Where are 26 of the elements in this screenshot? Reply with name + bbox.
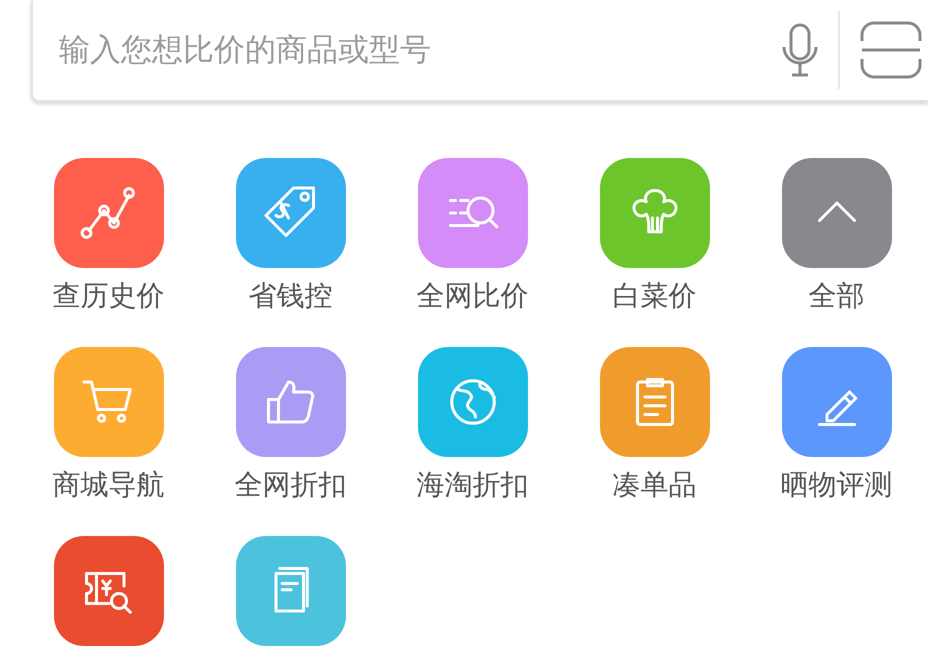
shortcut-label: 省钱控 [248,278,332,314]
shortcut-label: 全网折扣 [234,467,346,503]
shortcut-label: 商城导航 [52,467,164,503]
shortcut-label: 晒物评测 [780,467,892,503]
search-input[interactable]: 输入您想比价的商品或型号 [59,28,780,72]
search-field[interactable]: 输入您想比价的商品或型号 [31,0,928,102]
shortcut-tile[interactable] [236,158,346,268]
shortcut-label: 海淘折扣 [416,467,528,503]
shortcut-tile[interactable] [782,158,892,268]
microphone-icon[interactable] [780,23,820,77]
scan-icon[interactable] [860,21,922,79]
shortcut-tile[interactable] [54,158,164,268]
shortcut-tile[interactable] [418,347,528,457]
shortcut-tile[interactable] [54,347,164,457]
shortcut-label: 凑单品 [612,467,696,503]
shortcut-label: 全部 [808,278,864,314]
shortcut-tile[interactable] [600,347,710,457]
shortcut-tile[interactable] [54,536,164,646]
shortcut-label: 白菜价 [612,278,696,314]
shortcut-tile[interactable] [782,347,892,457]
shortcut-tile[interactable] [236,347,346,457]
shortcut-tile[interactable] [236,536,346,646]
shortcut-tile[interactable] [600,158,710,268]
shortcut-label: 全网比价 [416,278,528,314]
shortcut-tile[interactable] [418,158,528,268]
shortcut-label: 查历史价 [52,278,164,314]
